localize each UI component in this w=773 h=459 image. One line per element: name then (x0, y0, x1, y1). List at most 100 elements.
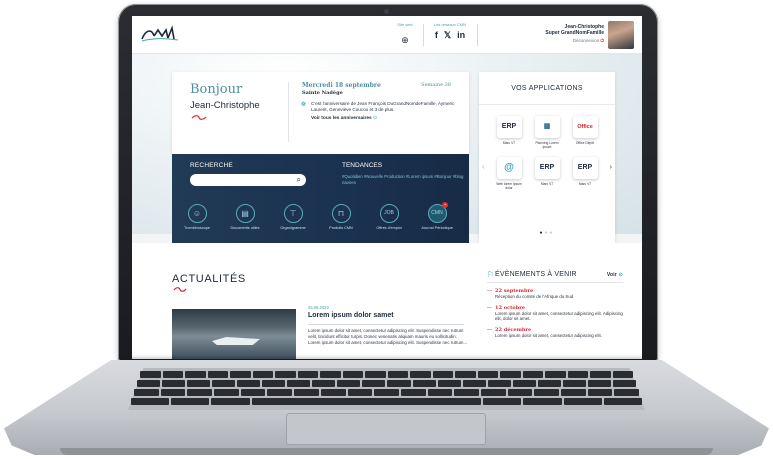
divider (288, 82, 289, 142)
arrow-circle-icon: ⊙ (618, 272, 623, 278)
screen: Site web ⊕ Les réseaux CMN f 𝕏 in Jean-C… (132, 16, 642, 359)
key-row (131, 398, 643, 405)
events-header: ⚐ ÉVÈNEMENTS À VENIR Voir ⊙ (487, 270, 623, 279)
see-all-events-link[interactable]: Voir ⊙ (607, 272, 623, 278)
cmn-logo[interactable] (140, 24, 180, 44)
shortcut-trombinoscope[interactable]: ☺ Trombinoscope (176, 204, 218, 231)
social-title: Les réseaux CMN (433, 22, 466, 27)
site-web-link[interactable]: Site web ⊕ (390, 22, 420, 48)
shortcut-journal[interactable]: CMN + Journal Périodique (416, 202, 458, 231)
carousel-dots[interactable]: ●●● (479, 230, 615, 236)
app-item[interactable]: ERP Marc V7 (495, 116, 523, 149)
dash-icon: — (487, 326, 492, 333)
app-label: Marc V7 (502, 141, 516, 145)
current-date: Mercredi 18 septembre (302, 82, 381, 89)
app-item[interactable]: ERP Marc V7 (533, 157, 561, 190)
birthdays-link[interactable]: Voir tous les anniversaires ⊙ (311, 116, 377, 121)
power-icon: ⏻ (600, 38, 604, 43)
chevron-right-icon[interactable]: › (610, 164, 612, 171)
laptop-base-lip (60, 448, 713, 455)
app-label: Office Dépôt (575, 141, 595, 145)
trackpad (286, 413, 486, 445)
erp-icon: ERP (534, 157, 560, 179)
key-row (140, 371, 633, 378)
event-text: Lorem ipsum dolor sit amet, consectetur … (495, 310, 623, 322)
person-icon: ☺ (187, 204, 207, 223)
news-excerpt: Lorem ipsum dolor sit amet, consectetur … (308, 328, 468, 345)
header-bar: Site web ⊕ Les réseaux CMN f 𝕏 in Jean-C… (132, 16, 642, 54)
shortcut-emploi[interactable]: JOB Offres d'emploi (368, 204, 410, 231)
applications-title: VOS APPLICATIONS (479, 72, 615, 105)
document-icon: ▤ (235, 204, 255, 223)
app-item[interactable]: ▦ Planning Lorem ipsum (533, 116, 561, 149)
trend-tags[interactable]: #Quotidien #Nouvelle Production #Lorem i… (342, 174, 464, 186)
event-text: Lorem ipsum dolor sit amet, consectetur … (495, 332, 602, 338)
news-image[interactable] (172, 309, 296, 359)
tilde-decoration (191, 115, 207, 120)
dash-icon: — (487, 288, 492, 294)
facebook-icon[interactable]: f (435, 30, 438, 41)
flag-icon: ⚐ (487, 270, 495, 279)
erp-icon: ERP (572, 157, 598, 179)
app-item[interactable]: Office Office Dépôt (571, 116, 599, 149)
birthday-text: C'est l'anniversaire de Jean François Du… (311, 101, 455, 112)
social-links: Les réseaux CMN f 𝕏 in (426, 22, 474, 41)
planning-icon: ▦ (534, 116, 560, 138)
week-number: Semaine 38 (421, 82, 451, 88)
key-row (134, 389, 640, 396)
birthday-icon: ❁ (301, 102, 307, 108)
divider (423, 24, 424, 46)
site-web-label: Site web (397, 22, 413, 27)
job-icon: JOB (379, 204, 399, 223)
birthdays-link-label: Voir tous les anniversaires (311, 116, 372, 121)
event-item[interactable]: — 12 octobre Lorem ipsum dolor sit amet,… (487, 305, 623, 322)
linkedin-icon[interactable]: in (457, 30, 465, 41)
news-headline[interactable]: Lorem ipsum dolor samet (308, 312, 394, 319)
app-label: Marc V7 (540, 182, 554, 186)
erp-icon: ERP (496, 116, 522, 138)
chevron-left-icon[interactable]: ‹ (482, 164, 484, 171)
greeting-hello: Bonjour (190, 82, 243, 97)
screen-edge-shadow (132, 355, 642, 359)
event-item[interactable]: — 22 septembre Réception du comité de l'… (487, 288, 623, 300)
app-item[interactable]: @ Web lorem ipsum dolor (495, 157, 523, 190)
event-text: Réception du comité de l'Afrique du Sud (495, 294, 574, 299)
trends-title: TENDANCES (342, 162, 383, 169)
divider (487, 282, 623, 283)
shirt-icon: ⊓ (331, 204, 351, 223)
divider (308, 324, 464, 325)
search-icon[interactable]: ⌕ (297, 175, 301, 185)
avatar[interactable] (608, 21, 634, 49)
shortcut-documents[interactable]: ▤ Documents utiles (224, 204, 266, 231)
notification-badge: + (442, 202, 448, 208)
see-all-label: Voir (606, 272, 618, 278)
search-title: RECHERCHE (190, 162, 233, 169)
search-panel: RECHERCHE ⌕ TENDANCES #Quotidien #Nouvel… (172, 154, 469, 243)
app-item[interactable]: ERP Marc V7 (571, 157, 599, 190)
user-info: Jean-Christophe Super GrandNomFamille Dé… (545, 24, 604, 44)
shortcut-label: Trombinoscope (183, 226, 211, 230)
applications-grid: ERP Marc V7 ▦ Planning Lorem ipsum Offic… (495, 116, 599, 190)
search-input[interactable]: ⌕ (190, 174, 306, 186)
greeting-name: Jean-Christophe (190, 100, 260, 111)
camera (384, 9, 389, 14)
applications-card: VOS APPLICATIONS ‹ › ERP Marc V7 ▦ Plann… (479, 72, 615, 243)
logout-link[interactable]: Déconnexion ⏻ (545, 38, 604, 44)
shortcut-label: Offres d'emploi (376, 226, 402, 230)
shortcut-label: Organigramme (280, 226, 306, 230)
event-item[interactable]: — 22 décembre Lorem ipsum dolor sit amet… (487, 327, 623, 339)
shortcut-produits[interactable]: ⊓ Produits CMN (320, 204, 362, 231)
shortcut-label: Journal Périodique (421, 226, 453, 230)
app-label: Planning Lorem ipsum (535, 141, 559, 149)
office-depot-icon: Office (572, 116, 598, 138)
web-icon: @ (496, 157, 522, 179)
shortcut-organigramme[interactable]: ⊤ Organigramme (272, 204, 314, 231)
twitter-icon[interactable]: 𝕏 (444, 30, 451, 41)
news-section: ACTUALITÉS 25.08.2022 Lorem ipsum dolor … (132, 243, 642, 359)
shortcut-label: Documents utiles (230, 226, 260, 230)
divider (477, 24, 478, 46)
events-title: ÉVÈNEMENTS À VENIR (495, 271, 577, 278)
news-date: 25.08.2022 (308, 305, 329, 310)
logout-label: Déconnexion (572, 38, 600, 43)
news-title: ACTUALITÉS (172, 273, 246, 285)
